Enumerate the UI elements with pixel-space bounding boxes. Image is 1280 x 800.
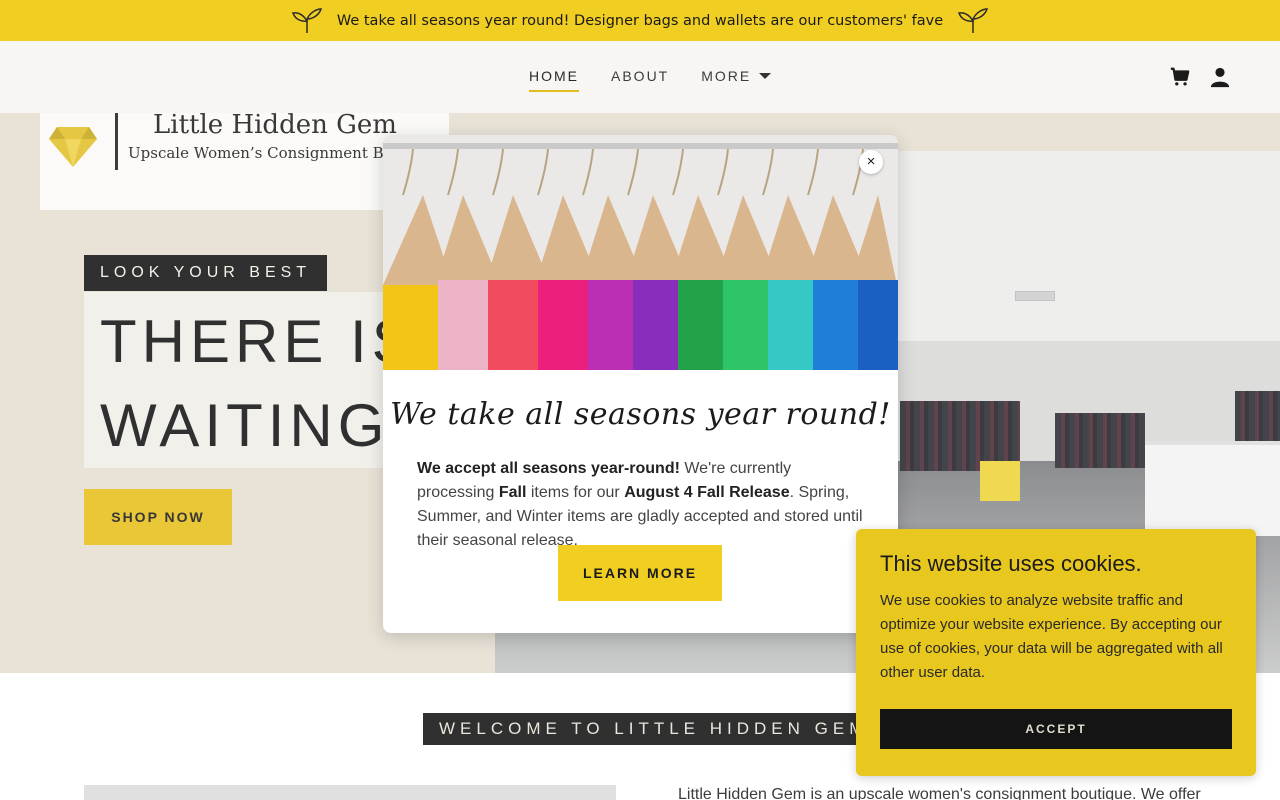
sprout-icon xyxy=(958,7,989,33)
cookie-banner: This website uses cookies. We use cookie… xyxy=(856,529,1256,776)
close-modal-button[interactable]: × xyxy=(859,150,883,174)
shirts-on-hangers-image xyxy=(383,135,898,370)
modal-body-text2: items for our xyxy=(526,484,625,501)
announcement-bar: We take all seasons year round! Designer… xyxy=(0,0,1280,41)
nav-more[interactable]: MORE xyxy=(701,68,772,92)
nav-about-label: ABOUT xyxy=(611,68,670,84)
sprout-icon xyxy=(291,7,322,33)
announcement-text: We take all seasons year round! Designer… xyxy=(336,12,944,29)
site-header: HOME ABOUT MORE xyxy=(0,41,1280,113)
nav-more-label: MORE xyxy=(701,68,752,84)
modal-body-bold3: August 4 Fall Release xyxy=(624,484,790,501)
cookie-body: We use cookies to analyze website traffi… xyxy=(880,592,1223,681)
nav-about[interactable]: ABOUT xyxy=(611,68,669,92)
cookie-title: This website uses cookies. xyxy=(880,551,1142,576)
modal-body-bold2: Fall xyxy=(498,484,527,501)
account-icon[interactable] xyxy=(1209,66,1231,88)
learn-more-button[interactable]: LEARN MORE xyxy=(558,545,722,601)
nav-home-label: HOME xyxy=(529,68,579,84)
accept-cookies-button[interactable]: ACCEPT xyxy=(880,709,1232,749)
chevron-down-icon xyxy=(759,73,772,79)
modal-body: We accept all seasons year-round! We're … xyxy=(417,457,867,553)
modal-title: We take all seasons year round! xyxy=(390,397,891,432)
main-nav: HOME ABOUT MORE xyxy=(529,68,772,92)
promo-modal: × We take all seasons year round! We acc… xyxy=(383,135,898,633)
modal-body-bold1: We accept all seasons year-round! xyxy=(417,460,680,477)
cart-icon[interactable] xyxy=(1169,66,1191,88)
nav-home[interactable]: HOME xyxy=(529,68,579,92)
